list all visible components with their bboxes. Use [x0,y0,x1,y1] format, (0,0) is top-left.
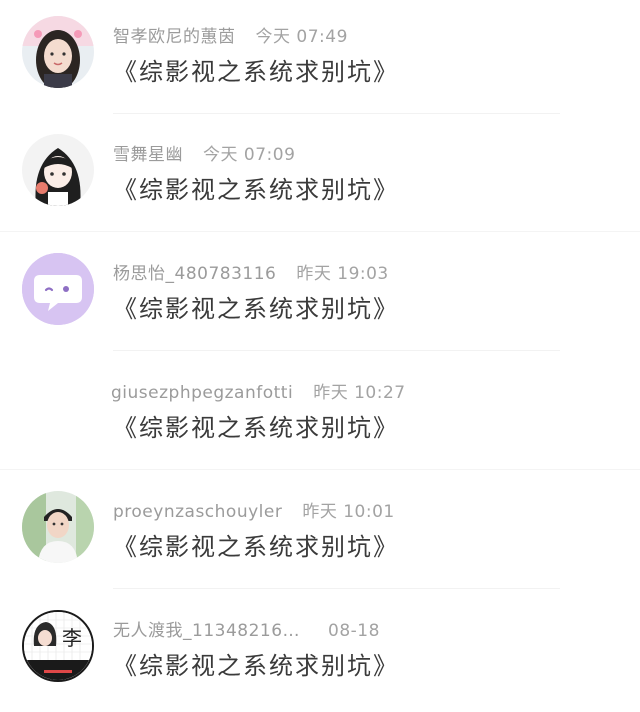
username[interactable]: 无人渡我_11348216… [113,621,300,641]
girl-photo-avatar-icon [22,16,94,88]
divider [113,350,560,351]
timestamp: 昨天 10:01 [302,502,395,522]
comment-meta: 智孝欧尼的蕙茵 今天 07:49 [113,22,348,47]
username[interactable]: 智孝欧尼的蕙茵 [113,27,236,47]
timestamp: 今天 07:49 [255,27,348,47]
timestamp: 今天 07:09 [203,145,296,165]
comment-meta: 杨思怡_480783116 昨天 19:03 [113,259,389,284]
chat-bubble-avatar-icon [22,253,94,325]
divider [113,588,560,589]
username[interactable]: giusezphpegzanfotti [111,383,293,403]
comment-item[interactable]: proeynzaschouyler 昨天 10:01 《综影视之系统求别坑》 [0,475,640,593]
timestamp: 昨天 19:03 [296,264,389,284]
username[interactable]: proeynzaschouyler [113,502,282,522]
divider [113,113,560,114]
comment-item[interactable]: giusezphpegzanfotti 昨天 10:27 《综影视之系统求别坑》 [0,356,640,474]
avatar[interactable] [22,253,94,325]
comment-meta: 雪舞星幽 今天 07:09 [113,140,296,165]
comment-text: 《综影视之系统求别坑》 [113,652,399,680]
username[interactable]: 雪舞星幽 [113,145,183,165]
boy-photo-avatar-icon [22,491,94,563]
avatar[interactable]: 李 [22,610,94,682]
comment-meta: giusezphpegzanfotti 昨天 10:27 [111,378,406,403]
timestamp: 08-18 [328,621,380,641]
comment-meta: 无人渡我_11348216… 08-18 [113,616,380,641]
comment-text: 《综影视之系统求别坑》 [113,176,399,204]
anime-girl-avatar-icon [22,134,94,206]
comment-meta: proeynzaschouyler 昨天 10:01 [113,497,395,522]
comment-item[interactable]: 雪舞星幽 今天 07:09 《综影视之系统求别坑》 [0,118,640,236]
avatar-character: 李 [62,626,82,650]
comment-item[interactable]: 智孝欧尼的蕙茵 今天 07:49 《综影视之系统求别坑》 [0,0,640,118]
comment-text: 《综影视之系统求别坑》 [113,414,399,442]
divider [0,231,640,232]
comment-text: 《综影视之系统求别坑》 [113,295,399,323]
comment-list: 智孝欧尼的蕙茵 今天 07:49 《综影视之系统求别坑》 雪舞星幽 今天 07:09… [0,0,640,710]
comment-text: 《综影视之系统求别坑》 [113,58,399,86]
comment-text: 《综影视之系统求别坑》 [113,533,399,561]
comment-item[interactable]: 李 无人渡我_11348216… 08-18 《综影视之系统求别坑》 [0,594,640,712]
divider [0,469,640,470]
avatar[interactable] [22,16,94,88]
avatar[interactable] [22,491,94,563]
comment-item[interactable]: 杨思怡_480783116 昨天 19:03 《综影视之系统求别坑》 [0,237,640,355]
timestamp: 昨天 10:27 [313,383,406,403]
username[interactable]: 杨思怡_480783116 [113,264,276,284]
avatar[interactable] [22,134,94,206]
